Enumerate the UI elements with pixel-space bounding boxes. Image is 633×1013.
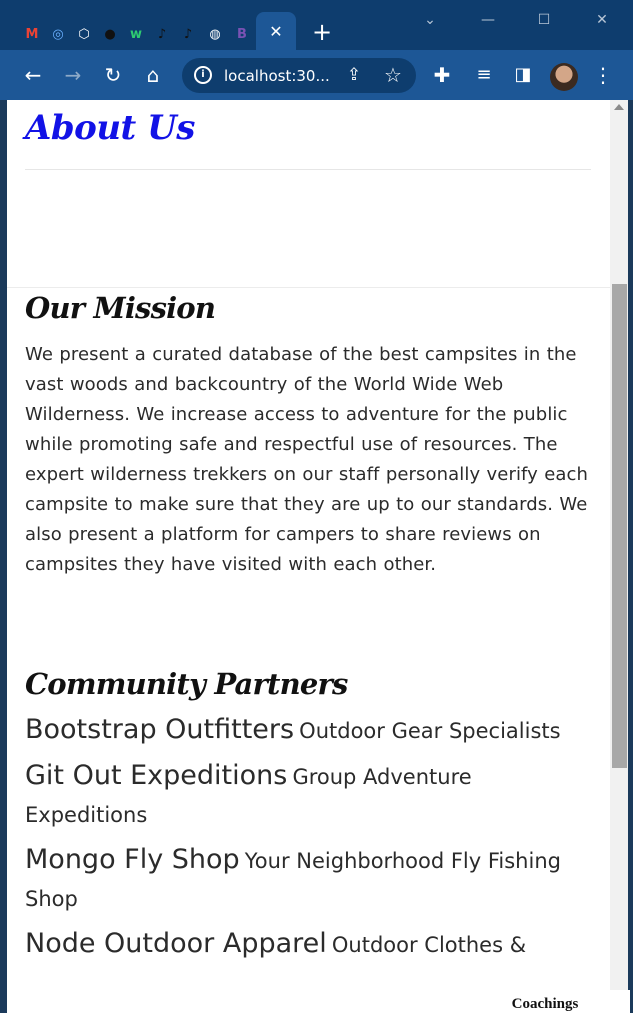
divider [25, 169, 591, 170]
maximize-button[interactable]: ☐ [532, 10, 556, 30]
close-window-button[interactable]: ✕ [590, 10, 614, 30]
globe-icon[interactable]: ◍ [205, 24, 225, 44]
extensions-icon[interactable]: ✚ [430, 63, 454, 87]
partner-description: Outdoor Clothes & [331, 933, 527, 957]
site-info-icon[interactable]: i [194, 66, 212, 84]
partner-item: Git Out Expeditions Group Adventure Expe… [25, 758, 595, 835]
minimize-button[interactable]: — [476, 10, 500, 30]
scroll-up-arrow-icon[interactable] [614, 104, 624, 110]
side-panel-icon[interactable]: ◨ [511, 63, 535, 87]
media-control-icon[interactable]: ≡ [472, 63, 496, 87]
share-icon[interactable]: ⇪ [342, 63, 366, 87]
codepen-icon[interactable]: ⬡ [74, 24, 94, 44]
community-partners-heading: Community Partners [25, 667, 348, 701]
partners-list: Bootstrap Outfitters Outdoor Gear Specia… [25, 712, 595, 1012]
new-tab-button[interactable]: + [310, 20, 334, 44]
window-edge [628, 100, 633, 1013]
back-icon[interactable]: ← [21, 63, 45, 87]
gmail-icon[interactable]: M [22, 24, 42, 44]
home-icon[interactable]: ⌂ [141, 63, 165, 87]
partner-name: Git Out Expeditions [25, 760, 288, 791]
github-icon[interactable]: ● [100, 24, 120, 44]
about-us-heading: About Us [25, 108, 195, 148]
partner-name: Node Outdoor Apparel [25, 928, 327, 959]
partner-item: Node Outdoor Apparel Outdoor Clothes & [25, 926, 595, 965]
tab-search-icon[interactable]: ⌄ [418, 10, 442, 30]
partner-name: Mongo Fly Shop [25, 844, 240, 875]
bootstrap-icon[interactable]: B [232, 24, 252, 44]
menu-kebab-icon[interactable]: ⋮ [591, 63, 615, 87]
partner-description: Outdoor Gear Specialists [299, 719, 561, 743]
tiktok-icon-2[interactable]: ♪ [178, 24, 198, 44]
address-url[interactable]: localhost:30... [224, 64, 334, 88]
w-icon[interactable]: w [126, 24, 146, 44]
mission-paragraph: We present a curated database of the bes… [25, 344, 589, 575]
background-window-peek: Coachings [460, 990, 630, 1013]
partner-item: Bootstrap Outfitters Outdoor Gear Specia… [25, 712, 595, 751]
our-mission-heading: Our Mission [25, 291, 216, 325]
site-icon[interactable]: ◎ [48, 24, 68, 44]
close-tab-icon[interactable]: ✕ [267, 22, 285, 42]
profile-avatar[interactable] [550, 63, 578, 91]
forward-icon[interactable]: → [61, 63, 85, 87]
partner-item: Mongo Fly Shop Your Neighborhood Fly Fis… [25, 842, 595, 919]
bookmark-star-icon[interactable]: ☆ [381, 63, 405, 87]
partner-name: Bootstrap Outfitters [25, 714, 295, 745]
page-viewport: About Us Our Mission We present a curate… [7, 100, 610, 1013]
reload-icon[interactable]: ↻ [101, 63, 125, 87]
scrollbar-thumb[interactable] [612, 284, 627, 768]
tiktok-icon[interactable]: ♪ [152, 24, 172, 44]
